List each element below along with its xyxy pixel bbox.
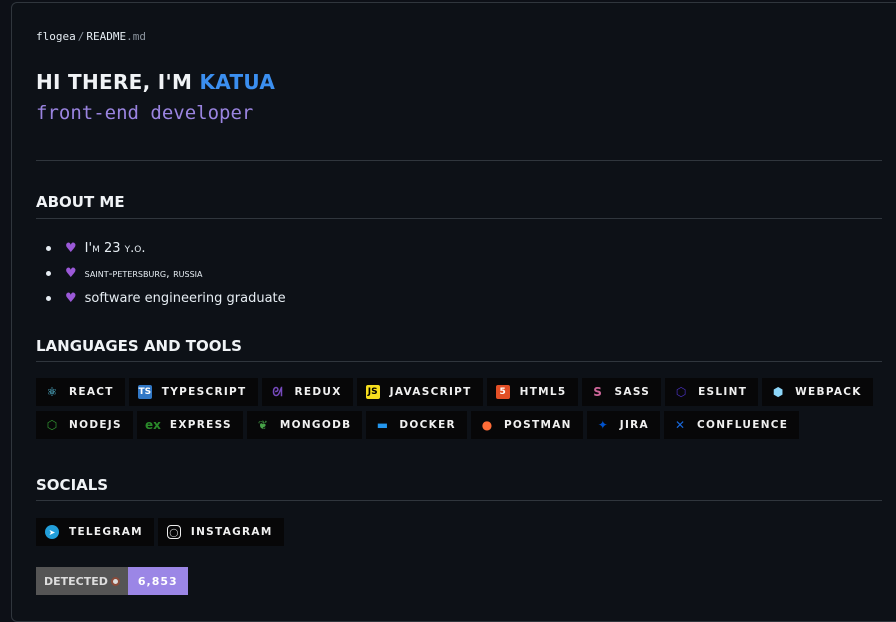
breadcrumb-sep: / (77, 30, 85, 43)
about-item: saint-petersburg, russia (84, 267, 203, 280)
react-icon: ⚛ (46, 385, 58, 399)
purple-heart-icon: ♥ (65, 291, 77, 306)
tools-heading: LANGUAGES AND TOOLS (36, 337, 242, 355)
purple-heart-icon: ♥ (65, 266, 77, 281)
badge-label: CONFLUENCE (696, 419, 789, 431)
badge-eslint[interactable]: ⬡ ESLINT (665, 378, 759, 406)
badge-html5[interactable]: 5 HTML5 (486, 378, 578, 406)
badge-label: SASS (614, 386, 651, 398)
jira-icon: ✦ (597, 418, 608, 432)
badge-label: JAVASCRIPT (389, 386, 472, 398)
badge-label: INSTAGRAM (190, 526, 273, 538)
divider (36, 500, 882, 501)
about-heading: ABOUT ME (36, 193, 125, 211)
html5-icon: 5 (495, 385, 510, 399)
mongodb-icon: ❦ (257, 418, 268, 432)
badge-label: REACT (69, 386, 114, 398)
visitor-counter: DETECTED 6,853 (36, 567, 188, 595)
badge-label: ESLINT (698, 386, 748, 398)
socials-heading: SOCIALS (36, 476, 109, 494)
page-title: HI THERE, I'M KATUA (36, 70, 275, 94)
badge-label: DOCKER (399, 419, 456, 431)
counter-value: 6,853 (127, 567, 188, 595)
badge-label: EXPRESS (169, 419, 232, 431)
badge-label: POSTMAN (503, 419, 572, 431)
badge-label: WEBPACK (795, 386, 862, 398)
badge-react[interactable]: ⚛ REACT (36, 378, 125, 406)
nodejs-icon: ⬡ (46, 418, 58, 432)
telegram-icon: ➤ (45, 525, 59, 539)
badge-label: HTML5 (519, 386, 567, 398)
badge-postman[interactable]: ● POSTMAN (470, 411, 583, 439)
list-item: ♥ software engineering graduate (46, 286, 286, 311)
badge-confluence[interactable]: ✕ CONFLUENCE (663, 411, 800, 439)
typescript-icon: TS (137, 385, 152, 399)
badge-label: TYPESCRIPT (161, 386, 247, 398)
socials-row: ➤ TELEGRAM ◯ INSTAGRAM (36, 518, 284, 546)
list-item: ♥ saint-petersburg, russia (46, 261, 286, 286)
redux-icon: ᘛ (272, 384, 283, 399)
divider (36, 160, 882, 161)
badge-express[interactable]: ex EXPRESS (136, 411, 243, 439)
badge-nodejs[interactable]: ⬡ NODEJS (36, 411, 133, 439)
eslint-icon: ⬡ (675, 385, 687, 399)
name: KATUA (199, 70, 276, 94)
badge-jira[interactable]: ✦ JIRA (586, 411, 660, 439)
javascript-icon: JS (365, 385, 380, 399)
badge-label: TELEGRAM (69, 526, 143, 538)
subtitle: front-end developer (36, 102, 254, 124)
sass-icon: S (593, 385, 602, 399)
tools-row: ⬡ NODEJS ex EXPRESS ❦ MONGODB ▬ DOCKER ● POSTMAN ✦… (36, 411, 800, 439)
purple-heart-icon: ♥ (65, 241, 77, 256)
breadcrumb-user[interactable]: flogea (36, 30, 76, 43)
counter-label: DETECTED (44, 574, 108, 588)
about-item: software engineering graduate (84, 291, 286, 306)
telegram-badge[interactable]: ➤ TELEGRAM (36, 518, 154, 546)
webpack-icon: ⬢ (772, 385, 784, 399)
badge-label: REDUX (294, 386, 342, 398)
breadcrumb: flogea / README.md (36, 30, 146, 43)
badge-javascript[interactable]: JS JAVASCRIPT (356, 378, 483, 406)
instagram-badge[interactable]: ◯ INSTAGRAM (157, 518, 284, 546)
about-list: ♥ I'm 23 y.o. ♥ saint-petersburg, russia ♥… (46, 236, 286, 311)
tools-row: ⚛ REACT TS TYPESCRIPT ᘛ REDUX JS JAVASCRIPT 5 HTM… (36, 378, 873, 406)
postman-icon: ● (481, 418, 493, 432)
express-icon: ex (144, 418, 161, 432)
instagram-icon: ◯ (166, 525, 181, 539)
badge-redux[interactable]: ᘛ REDUX (261, 378, 353, 406)
badge-label: JIRA (619, 419, 649, 431)
badge-typescript[interactable]: TS TYPESCRIPT (128, 378, 258, 406)
divider (36, 218, 882, 219)
badge-label: MONGODB (279, 419, 352, 431)
confluence-icon: ✕ (674, 418, 686, 432)
eye-icon (110, 576, 120, 586)
badge-label: NODEJS (69, 419, 122, 431)
badge-webpack[interactable]: ⬢ WEBPACK (762, 378, 873, 406)
breadcrumb-ext: .md (126, 30, 146, 43)
divider (36, 361, 882, 362)
badge-docker[interactable]: ▬ DOCKER (366, 411, 467, 439)
badge-mongodb[interactable]: ❦ MONGODB (246, 411, 363, 439)
badge-sass[interactable]: S SASS (581, 378, 662, 406)
list-item: ♥ I'm 23 y.o. (46, 236, 286, 261)
breadcrumb-file: README (86, 30, 127, 43)
docker-icon: ▬ (376, 418, 389, 432)
greeting: HI THERE, I'M (36, 70, 200, 94)
about-item: I'm 23 y.o. (84, 241, 146, 256)
